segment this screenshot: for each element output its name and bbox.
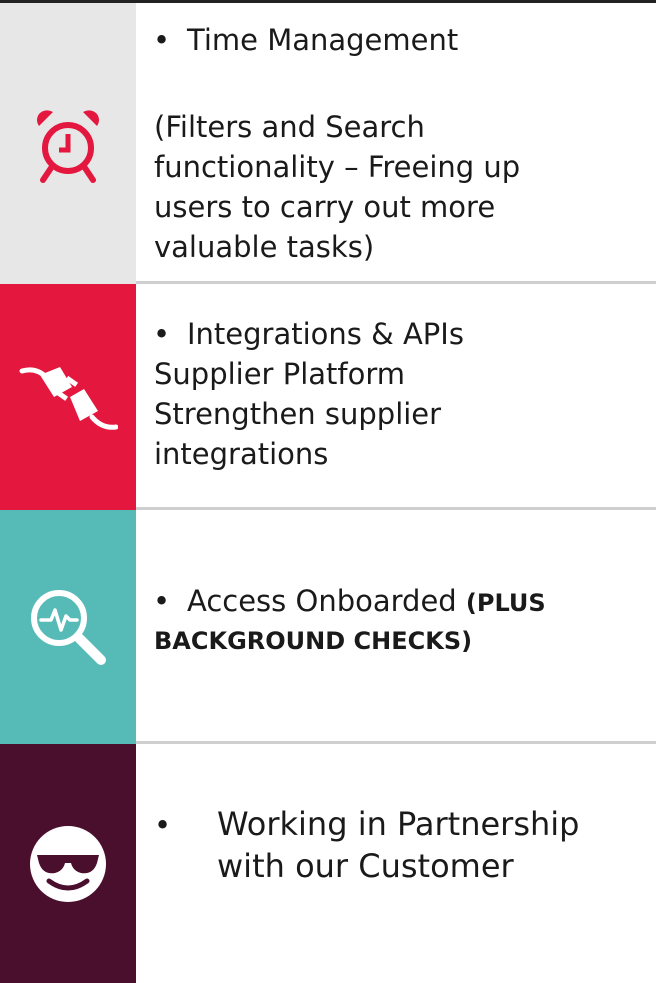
text-cell: • Working in Partnership with our Custome… — [136, 744, 656, 983]
text-cell: • Integrations & APIs Supplier Platform S… — [136, 284, 656, 510]
row-text-line: Strengthen supplier — [154, 397, 442, 431]
row-text-line: (Filters and Search — [154, 110, 425, 144]
table-row-time-management: • Time Management (Filters and Search fun… — [0, 3, 656, 284]
icon-cell — [0, 744, 136, 983]
bullet: • — [153, 317, 171, 351]
row-text-line: integrations — [154, 437, 329, 471]
icon-cell — [0, 3, 136, 284]
text-cell: • Access Onboarded (PLUS BACKGROUND CHECK… — [136, 510, 656, 744]
icon-cell — [0, 510, 136, 744]
row-heading: • Time Management — [153, 20, 458, 60]
bullet: • — [154, 808, 172, 842]
table-row-partnership: • Working in Partnership with our Custome… — [0, 744, 656, 983]
bullet: • — [153, 23, 171, 57]
text-cell: • Time Management (Filters and Search fun… — [136, 3, 656, 284]
table-row-integrations: • Integrations & APIs Supplier Platform S… — [0, 284, 656, 510]
sunglasses-smiley-icon — [30, 825, 106, 902]
row-heading: • Access Onboarded (PLUS — [153, 581, 546, 623]
row-text-line: users to carry out more — [154, 190, 496, 224]
row-heading: • Working in Partnership — [154, 805, 580, 843]
row-heading: • Integrations & APIs — [153, 314, 464, 354]
table-row-access-onboarded: • Access Onboarded (PLUS BACKGROUND CHECK… — [0, 510, 656, 744]
plug-icon — [19, 367, 118, 430]
row-text-line: valuable tasks) — [154, 230, 375, 264]
search-pulse-icon — [31, 590, 106, 665]
bold-note: (PLUS — [465, 589, 546, 617]
row-text-line: functionality – Freeing up — [154, 150, 521, 184]
bullet: • — [153, 584, 171, 618]
row-text-line: with our Customer — [217, 847, 514, 885]
row-text-line: Supplier Platform — [154, 357, 406, 391]
feature-table: • Time Management (Filters and Search fun… — [0, 0, 656, 983]
icon-cell — [0, 284, 136, 510]
bold-note-line: BACKGROUND CHECKS) — [154, 627, 473, 655]
alarm-clock-icon — [37, 109, 99, 183]
